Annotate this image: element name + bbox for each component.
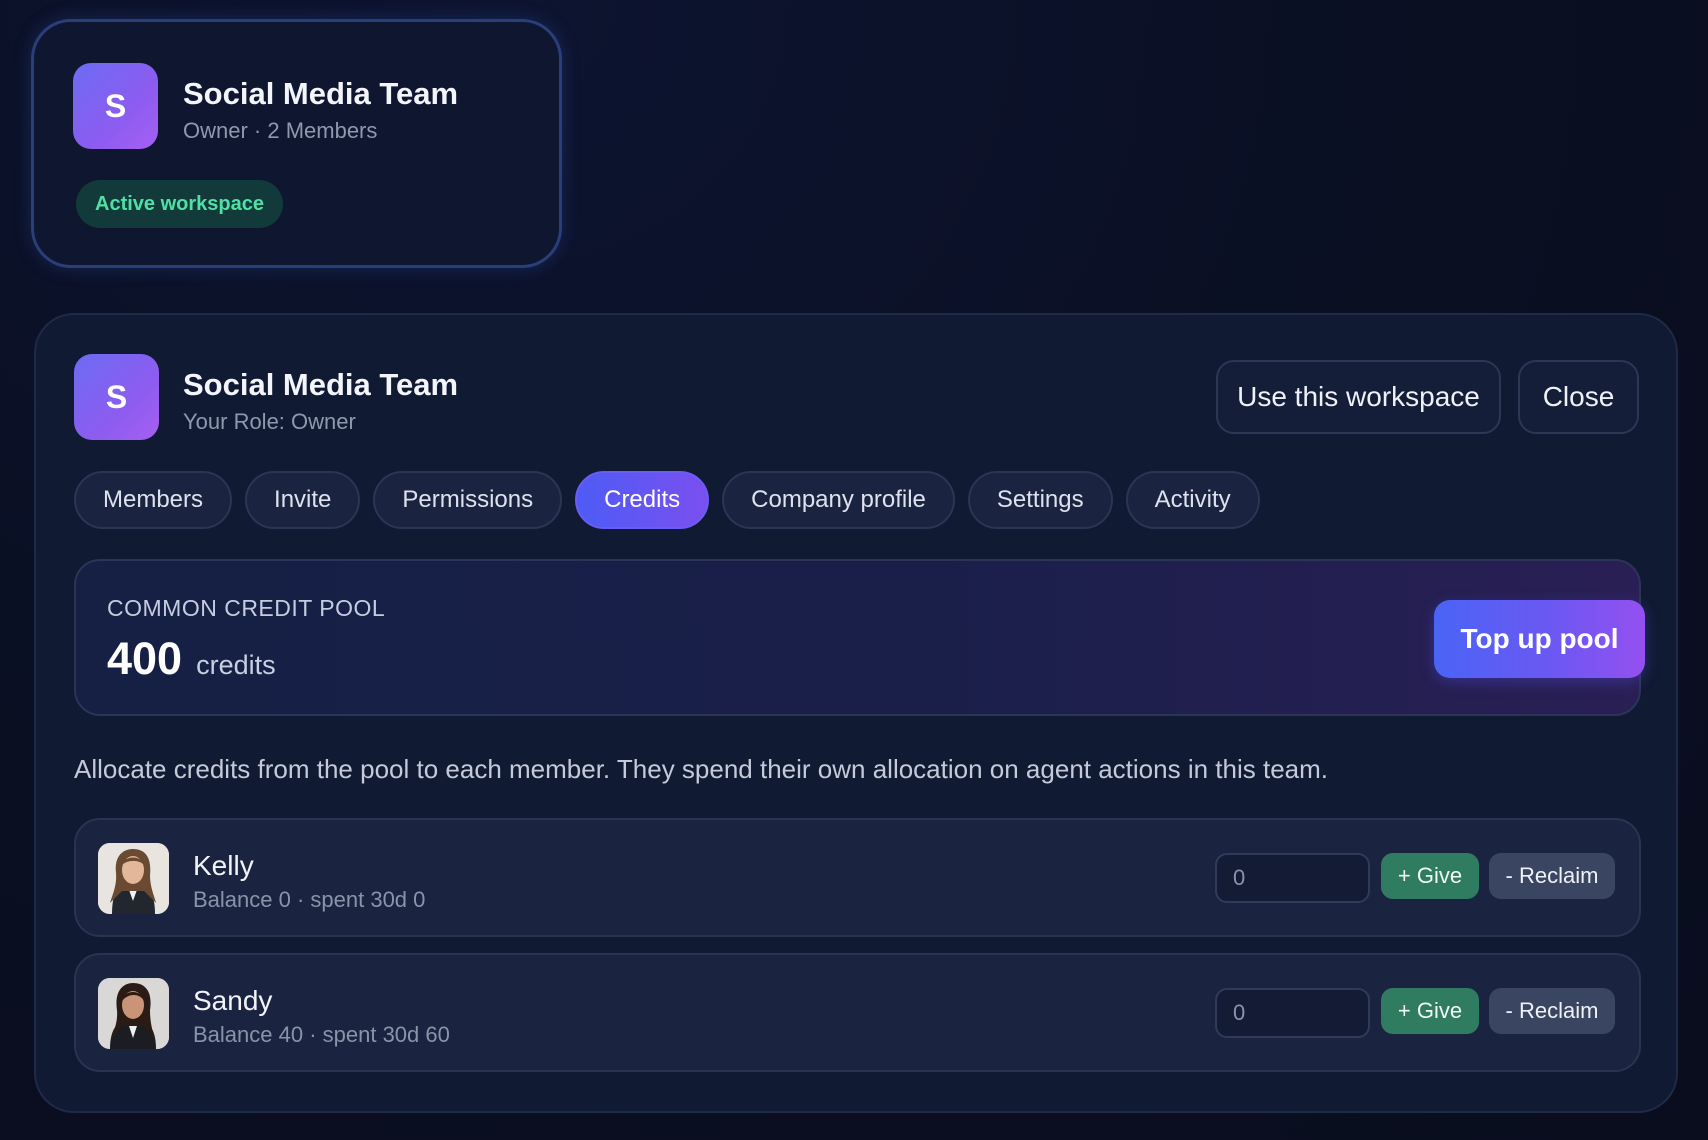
workspace-card-subtitle: Owner · 2 Members: [183, 118, 378, 143]
credit-pool-label: COMMON CREDIT POOL: [107, 595, 386, 621]
credits-description: Allocate credits from the pool to each m…: [74, 754, 1328, 784]
credit-pool-card: COMMON CREDIT POOL 400 credits Top up po…: [74, 559, 1645, 716]
workspace-card[interactable]: S Social Media Team Owner · 2 Members Ac…: [31, 19, 562, 268]
user-photo-icon: [98, 843, 169, 914]
reclaim-credits-button[interactable]: - Reclaim: [1489, 853, 1615, 899]
panel-title: Social Media Team: [183, 367, 459, 402]
tab-activity[interactable]: Activity: [1125, 471, 1260, 529]
member-balance: Balance 40 · spent 30d 60: [193, 1022, 450, 1047]
tab-permissions[interactable]: Permissions: [373, 471, 563, 529]
use-workspace-button[interactable]: Use this workspace: [1216, 360, 1501, 434]
panel-avatar-letter: S: [105, 378, 128, 415]
tab-bar: Members Invite Permissions Credits Compa…: [74, 471, 1260, 529]
member-row: Kelly Balance 0 · spent 30d 0 + Give - R…: [74, 818, 1641, 937]
member-balance: Balance 0 · spent 30d 0: [193, 887, 426, 912]
credit-pool-unit: credits: [196, 650, 276, 680]
panel-workspace-avatar: S: [74, 354, 159, 440]
top-up-pool-button[interactable]: Top up pool: [1434, 600, 1645, 678]
close-button[interactable]: Close: [1518, 360, 1639, 434]
workspace-detail-panel: S Social Media Team Your Role: Owner Use…: [34, 313, 1678, 1113]
workspace-avatar-letter: S: [104, 87, 127, 124]
credit-amount-input[interactable]: [1215, 853, 1370, 903]
give-credits-button[interactable]: + Give: [1381, 988, 1479, 1034]
tab-members[interactable]: Members: [74, 471, 233, 529]
tab-company-profile[interactable]: Company profile: [722, 471, 955, 529]
credit-pool-value: 400: [107, 633, 183, 684]
tab-settings[interactable]: Settings: [967, 471, 1113, 529]
credit-amount-input[interactable]: [1215, 988, 1370, 1038]
reclaim-credits-button[interactable]: - Reclaim: [1489, 988, 1615, 1034]
member-name: Sandy: [193, 985, 273, 1016]
panel-role: Your Role: Owner: [183, 409, 356, 434]
give-credits-button[interactable]: + Give: [1381, 853, 1479, 899]
workspace-card-title: Social Media Team: [183, 76, 459, 111]
active-workspace-badge: Active workspace: [76, 180, 283, 228]
credit-pool-amount: 400 credits: [107, 633, 276, 685]
user-photo-icon: [98, 978, 169, 1049]
member-row: Sandy Balance 40 · spent 30d 60 + Give -…: [74, 953, 1641, 1072]
workspace-avatar: S: [73, 63, 158, 149]
member-name: Kelly: [193, 850, 254, 881]
tab-invite[interactable]: Invite: [245, 471, 361, 529]
tab-credits[interactable]: Credits: [575, 471, 710, 529]
